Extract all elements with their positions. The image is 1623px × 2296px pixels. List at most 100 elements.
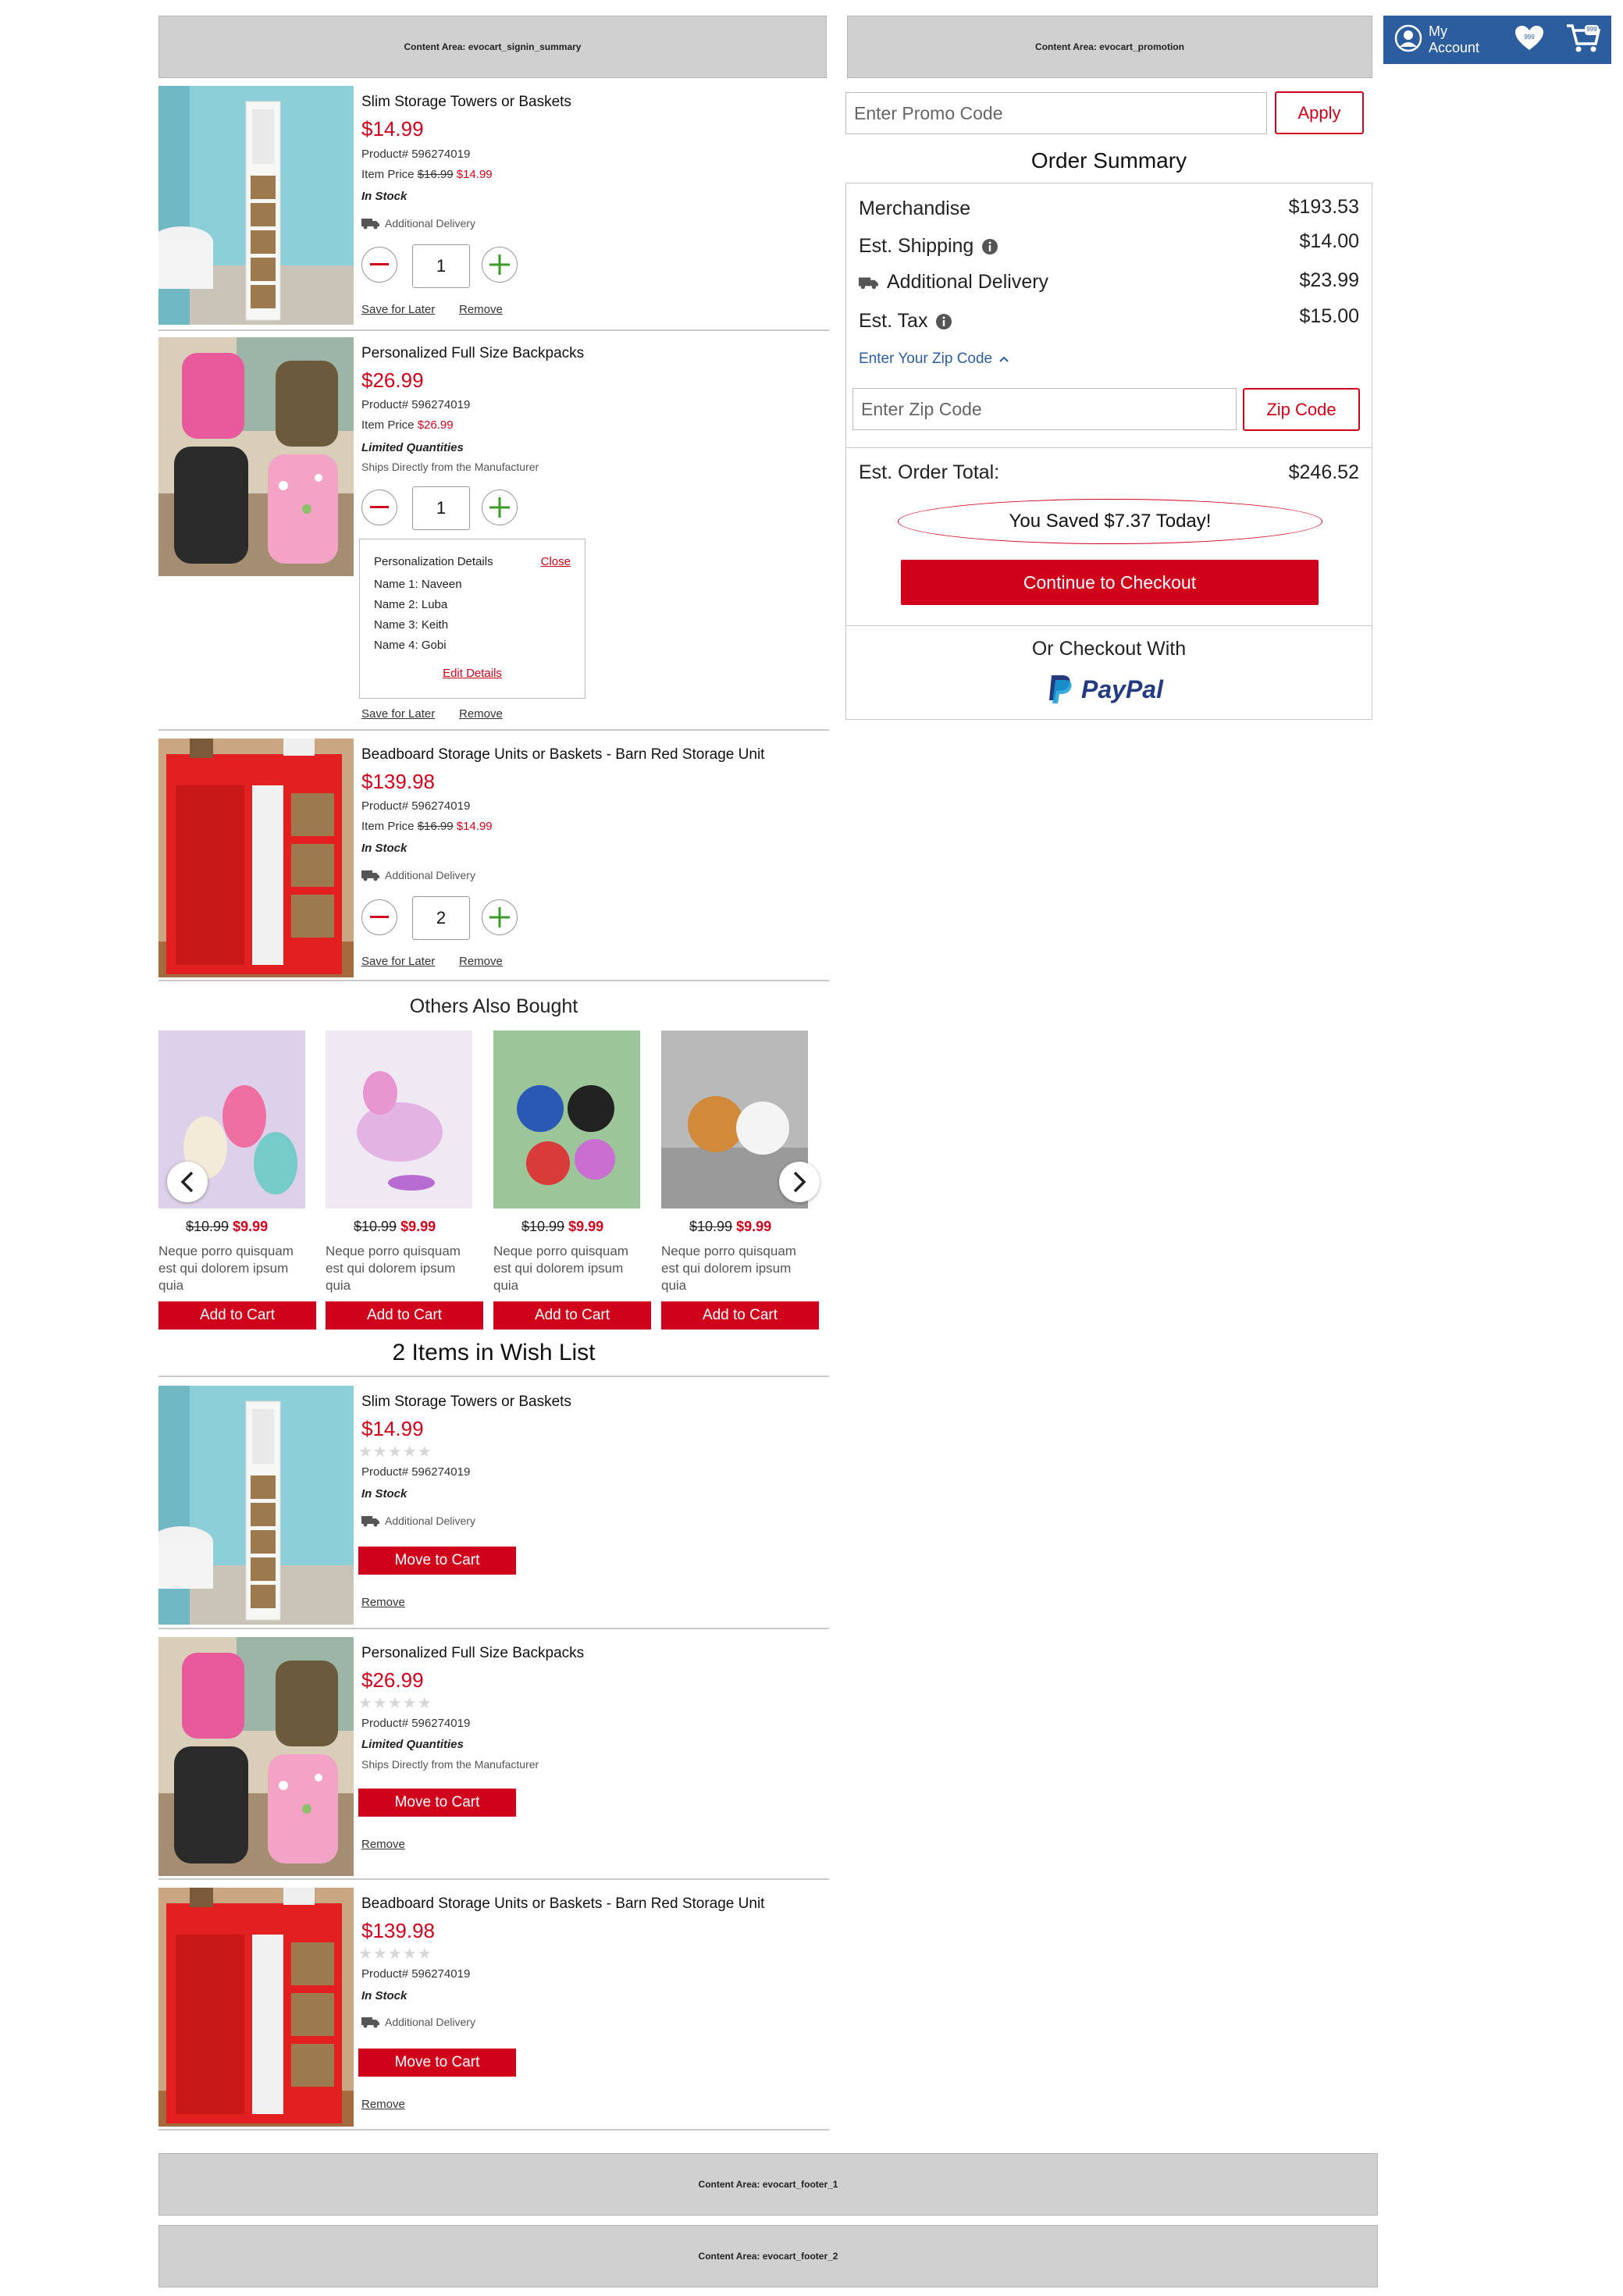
item-title[interactable]: Beadboard Storage Units or Baskets - Bar… bbox=[361, 1896, 764, 1913]
quantity-decrease-button[interactable] bbox=[361, 489, 397, 525]
item-price: $14.99 bbox=[361, 1417, 424, 1440]
quantity-increase-button[interactable] bbox=[482, 247, 518, 283]
promo-code-input[interactable]: Enter Promo Code bbox=[845, 92, 1267, 134]
alt-checkout-label: Or Checkout With bbox=[1031, 638, 1187, 660]
minus-icon bbox=[370, 506, 389, 508]
shipping-label: Est. Shipping bbox=[859, 235, 974, 257]
zip-code-button[interactable]: Zip Code bbox=[1243, 388, 1360, 431]
quantity-decrease-button[interactable] bbox=[361, 247, 397, 283]
quantity-increase-button[interactable] bbox=[482, 899, 518, 935]
item-price-label: Item Price bbox=[361, 168, 415, 181]
delivery-label: Additional Delivery bbox=[385, 869, 475, 881]
divider bbox=[158, 1878, 829, 1880]
quantity-input[interactable]: 2 bbox=[412, 896, 470, 940]
remove-link[interactable]: Remove bbox=[459, 303, 503, 316]
apply-promo-button[interactable]: Apply bbox=[1275, 91, 1364, 134]
stock-status: In Stock bbox=[361, 842, 408, 855]
stock-status: In Stock bbox=[361, 1487, 408, 1500]
new-price: $9.99 bbox=[568, 1219, 604, 1234]
content-area-footer-1: Content Area: evocart_footer_1 bbox=[158, 2153, 1378, 2216]
my-account-button[interactable]: My Account bbox=[1394, 23, 1496, 56]
remove-link[interactable]: Remove bbox=[361, 1596, 405, 1609]
new-price: $9.99 bbox=[233, 1219, 269, 1234]
chevron-left-icon bbox=[180, 1171, 194, 1193]
product-image[interactable] bbox=[158, 1386, 354, 1625]
quantity-input[interactable]: 1 bbox=[412, 244, 470, 288]
plus-icon bbox=[489, 497, 510, 518]
save-for-later-link[interactable]: Save for Later bbox=[361, 707, 435, 721]
personalization-close-link[interactable]: Close bbox=[541, 555, 571, 568]
paypal-button[interactable]: PayPal bbox=[1047, 674, 1163, 705]
enter-zip-label: Enter Your Zip Code bbox=[859, 351, 993, 367]
old-price: $16.99 bbox=[417, 820, 454, 833]
remove-link[interactable]: Remove bbox=[459, 955, 503, 968]
save-for-later-link[interactable]: Save for Later bbox=[361, 303, 435, 316]
rec-description: Neque porro quisquam est qui dolorem ips… bbox=[158, 1244, 294, 1293]
move-to-cart-button[interactable]: Move to Cart bbox=[358, 1547, 516, 1575]
shipping-value: $14.00 bbox=[1299, 230, 1359, 252]
product-image[interactable] bbox=[158, 86, 354, 325]
quantity-increase-button[interactable] bbox=[482, 489, 518, 525]
carousel-next-button[interactable] bbox=[779, 1162, 820, 1202]
product-image[interactable] bbox=[158, 1637, 354, 1876]
rec-price: $10.99 $9.99 bbox=[186, 1219, 268, 1235]
divider bbox=[158, 729, 829, 731]
my-account-label: My Account bbox=[1429, 23, 1480, 55]
cart-button[interactable]: 999 bbox=[1566, 23, 1601, 57]
personalization-panel: Personalization Details Close Name 1: Na… bbox=[359, 539, 585, 699]
item-title[interactable]: Slim Storage Towers or Baskets bbox=[361, 94, 571, 111]
rec-product-image[interactable] bbox=[493, 1031, 640, 1209]
minus-icon bbox=[370, 916, 389, 918]
content-area-label: Content Area: evocart_promotion bbox=[1035, 41, 1184, 52]
rec-product-image[interactable] bbox=[326, 1031, 472, 1209]
item-title[interactable]: Slim Storage Towers or Baskets bbox=[361, 1394, 571, 1411]
info-icon[interactable] bbox=[935, 313, 952, 330]
zip-code-input[interactable]: Enter Zip Code bbox=[852, 388, 1237, 430]
add-to-cart-button[interactable]: Add to Cart bbox=[158, 1301, 316, 1330]
add-to-cart-button[interactable]: Add to Cart bbox=[326, 1301, 483, 1330]
content-area-footer-2: Content Area: evocart_footer_2 bbox=[158, 2225, 1378, 2287]
move-to-cart-button[interactable]: Move to Cart bbox=[358, 1789, 516, 1817]
product-image[interactable] bbox=[158, 1888, 354, 2127]
carousel-prev-button[interactable] bbox=[167, 1162, 208, 1202]
quantity-input[interactable]: 1 bbox=[412, 486, 470, 530]
product-image[interactable] bbox=[158, 337, 354, 576]
content-area-label: Content Area: evocart_footer_2 bbox=[698, 2251, 838, 2262]
delivery-note: Additional Delivery bbox=[361, 217, 475, 230]
new-price: $9.99 bbox=[736, 1219, 772, 1234]
edit-details-link[interactable]: Edit Details bbox=[443, 667, 502, 680]
remove-link[interactable]: Remove bbox=[459, 707, 503, 721]
new-price: $9.99 bbox=[400, 1219, 436, 1234]
enter-zip-link[interactable]: Enter Your Zip Code bbox=[859, 351, 1009, 368]
rec-price: $10.99 $9.99 bbox=[689, 1219, 771, 1235]
info-icon[interactable] bbox=[981, 238, 998, 255]
plus-icon bbox=[489, 255, 510, 275]
old-price: $10.99 bbox=[354, 1219, 397, 1234]
item-price-line: Item Price $26.99 bbox=[361, 418, 454, 432]
save-for-later-link[interactable]: Save for Later bbox=[361, 955, 435, 968]
stock-status: Limited Quantities bbox=[361, 1738, 464, 1751]
old-price: $10.99 bbox=[689, 1219, 733, 1234]
item-title[interactable]: Beadboard Storage Units or Baskets - Bar… bbox=[361, 746, 764, 764]
remove-link[interactable]: Remove bbox=[361, 2098, 405, 2111]
item-price-line: Item Price $16.99 $14.99 bbox=[361, 820, 493, 833]
truck-icon bbox=[361, 1516, 379, 1527]
stock-status: In Stock bbox=[361, 1989, 408, 2002]
wishlist-button[interactable]: 999 bbox=[1514, 25, 1544, 55]
product-image[interactable] bbox=[158, 739, 354, 977]
order-total-value: $246.52 bbox=[1288, 461, 1359, 483]
item-title[interactable]: Personalized Full Size Backpacks bbox=[361, 1645, 584, 1662]
continue-to-checkout-button[interactable]: Continue to Checkout bbox=[901, 560, 1319, 605]
add-to-cart-button[interactable]: Add to Cart bbox=[493, 1301, 651, 1330]
plus-icon bbox=[489, 907, 510, 927]
move-to-cart-button[interactable]: Move to Cart bbox=[358, 2049, 516, 2077]
remove-link[interactable]: Remove bbox=[361, 1838, 405, 1851]
personalization-name: Name 2: Luba bbox=[374, 598, 448, 611]
wishlist-title: 2 Items in Wish List bbox=[392, 1340, 596, 1365]
item-title[interactable]: Personalized Full Size Backpacks bbox=[361, 345, 584, 362]
quantity-decrease-button[interactable] bbox=[361, 899, 397, 935]
add-to-cart-button[interactable]: Add to Cart bbox=[661, 1301, 819, 1330]
personalization-name: Name 1: Naveen bbox=[374, 578, 462, 591]
divider bbox=[158, 2129, 829, 2130]
old-price: $10.99 bbox=[186, 1219, 230, 1234]
